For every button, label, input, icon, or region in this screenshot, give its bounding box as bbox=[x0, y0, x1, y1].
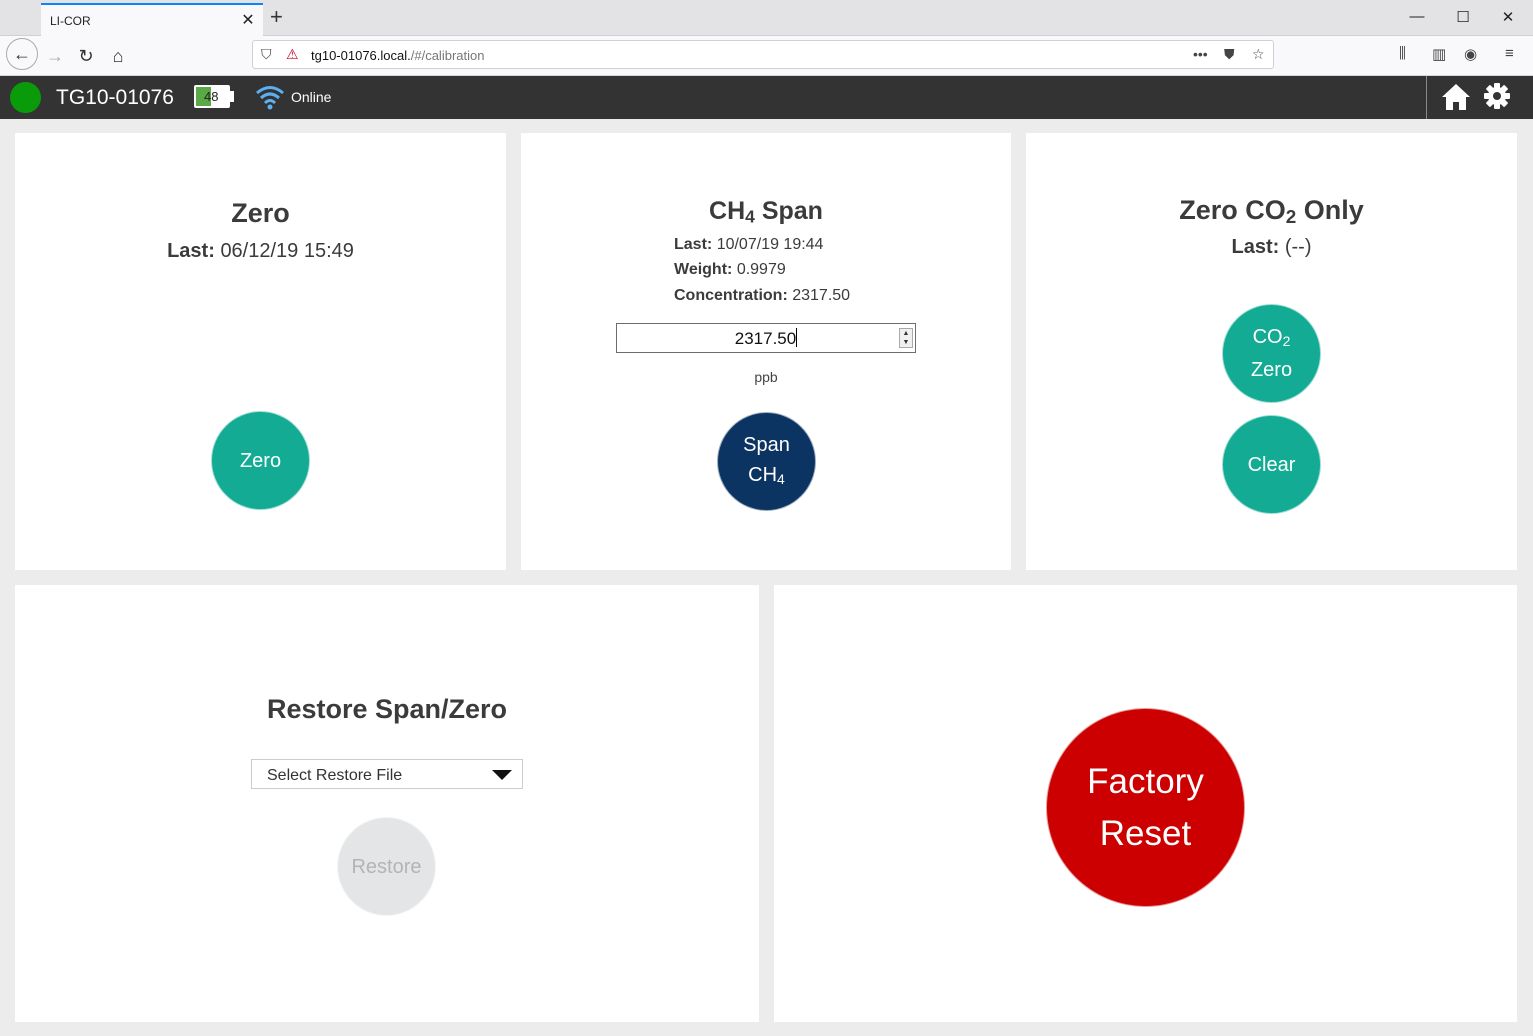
co2-last: Last: (--) bbox=[1026, 236, 1517, 259]
zero-title: Zero bbox=[231, 198, 290, 228]
new-tab-icon[interactable]: + bbox=[270, 6, 283, 28]
factory-reset-line2: Reset bbox=[1099, 813, 1192, 853]
factory-reset-button[interactable]: Factory Reset bbox=[1046, 708, 1245, 907]
home-icon[interactable] bbox=[1440, 82, 1472, 112]
network-status: Online bbox=[291, 89, 332, 105]
zero-last-value: 06/12/19 15:49 bbox=[220, 240, 354, 262]
span-concentration-label: Concentration: bbox=[674, 287, 788, 304]
span-ch4-button[interactable]: Span CH4 bbox=[717, 412, 816, 511]
co2-zero-button[interactable]: CO2 Zero bbox=[1222, 304, 1321, 403]
minimize-icon[interactable]: — bbox=[1407, 8, 1427, 25]
span-button-sub: 4 bbox=[777, 470, 785, 487]
span-last-label: Last: bbox=[674, 236, 713, 253]
concentration-input-value: 2317.50 bbox=[734, 329, 797, 348]
battery-level: 48 bbox=[204, 89, 219, 104]
account-icon[interactable]: ◉ bbox=[1464, 45, 1477, 63]
restore-title: Restore Span/Zero bbox=[266, 694, 508, 724]
clear-button-label: Clear bbox=[1247, 453, 1296, 476]
page-actions-icon[interactable]: ••• bbox=[1193, 46, 1208, 62]
span-button-ch: CH bbox=[748, 463, 778, 486]
battery-nub bbox=[230, 91, 234, 102]
factory-reset-line1: Factory bbox=[1087, 761, 1204, 801]
url-host: tg10-01076.local. bbox=[311, 48, 411, 63]
browser-tab[interactable]: LI-COR ✕ bbox=[41, 3, 263, 36]
url-text[interactable]: tg10-01076.local./#/calibration bbox=[311, 48, 484, 63]
factory-reset-panel: Factory Reset bbox=[774, 585, 1517, 1022]
co2-zero-sub: 2 bbox=[1282, 332, 1291, 349]
ch4-span-panel: CH4 Span Last: 10/07/19 19:44 Weight: 0.… bbox=[521, 133, 1011, 570]
restore-select-label: Select Restore File bbox=[267, 767, 403, 784]
wifi-icon bbox=[256, 86, 284, 110]
window-close-icon[interactable]: ✕ bbox=[1498, 8, 1518, 26]
library-icon[interactable]: ⫼ bbox=[1399, 45, 1406, 62]
url-path: /#/calibration bbox=[410, 48, 485, 63]
reload-icon[interactable]: ↻ bbox=[72, 42, 100, 70]
dropdown-caret-icon bbox=[492, 770, 512, 780]
span-title-sub: 4 bbox=[745, 206, 755, 227]
device-name: TG10-01076 bbox=[56, 86, 174, 109]
bookmark-star-icon[interactable]: ☆ bbox=[1252, 46, 1265, 63]
co2-zero-line1: CO2 bbox=[1253, 322, 1291, 356]
co2-last-value: (--) bbox=[1284, 236, 1312, 258]
co2-zero-co: CO bbox=[1252, 325, 1283, 348]
co2-title: Zero CO2 Only bbox=[1026, 195, 1517, 229]
zero-last: Last: 06/12/19 15:49 bbox=[15, 240, 506, 263]
concentration-input[interactable]: 2317.50 ▲ ▼ bbox=[616, 323, 916, 353]
span-last: Last: 10/07/19 19:44 bbox=[674, 236, 823, 254]
insecure-lock-icon[interactable]: ⚠ bbox=[286, 46, 299, 63]
co2-zero-line2: Zero bbox=[1250, 359, 1293, 382]
zero-button[interactable]: Zero bbox=[211, 411, 310, 510]
sidebar-icon[interactable]: ▥ bbox=[1432, 45, 1446, 63]
span-button-line1: Span bbox=[743, 433, 790, 456]
shield-icon[interactable]: ⛉ bbox=[261, 46, 272, 63]
maximize-icon[interactable]: ☐ bbox=[1453, 8, 1473, 26]
battery-icon: 48 bbox=[194, 85, 230, 108]
status-indicator bbox=[10, 82, 41, 113]
concentration-unit: ppb bbox=[754, 369, 778, 385]
browser-nav-bar: ← → ↻ ⌂ ⛉ ⚠ tg10-01076.local./#/calibrat… bbox=[0, 36, 1533, 76]
pocket-icon[interactable]: ⛊ bbox=[1224, 46, 1235, 63]
span-weight: Weight: 0.9979 bbox=[674, 261, 786, 279]
back-icon[interactable]: ← bbox=[6, 38, 38, 70]
clear-button[interactable]: Clear bbox=[1222, 415, 1321, 514]
browser-tab-bar: LI-COR ✕ + — ☐ ✕ bbox=[0, 0, 1533, 36]
co2-title-prefix: Zero CO bbox=[1179, 195, 1286, 225]
tab-title: LI-COR bbox=[50, 14, 91, 28]
span-button-line2: CH4 bbox=[748, 460, 785, 494]
co2-title-sub: 2 bbox=[1285, 206, 1297, 228]
span-title: CH4 Span bbox=[521, 197, 1011, 228]
span-title-suffix: Span bbox=[754, 197, 823, 225]
url-bar[interactable]: ⛉ ⚠ tg10-01076.local./#/calibration ••• … bbox=[252, 40, 1274, 69]
settings-gear-icon[interactable] bbox=[1484, 83, 1510, 109]
span-weight-value: 0.9979 bbox=[736, 261, 786, 278]
restore-panel: Restore Span/Zero Select Restore File Re… bbox=[15, 585, 759, 1022]
close-tab-icon[interactable]: ✕ bbox=[239, 10, 257, 30]
span-last-value: 10/07/19 19:44 bbox=[716, 236, 824, 253]
co2-last-label: Last: bbox=[1231, 236, 1280, 258]
span-concentration-value: 2317.50 bbox=[792, 287, 851, 304]
restore-button[interactable]: Restore bbox=[337, 817, 436, 916]
zero-last-label: Last: bbox=[167, 240, 215, 262]
span-title-prefix: CH bbox=[709, 197, 746, 225]
zero-panel: Zero Last: 06/12/19 15:49 Zero bbox=[15, 133, 506, 570]
menu-icon[interactable]: ≡ bbox=[1505, 45, 1514, 62]
restore-button-label: Restore bbox=[351, 855, 422, 878]
number-spinner[interactable]: ▲ ▼ bbox=[899, 328, 913, 348]
span-weight-label: Weight: bbox=[674, 261, 733, 278]
co2-title-suffix: Only bbox=[1296, 195, 1364, 225]
zero-co2-panel: Zero CO2 Only Last: (--) CO2 Zero Clear bbox=[1026, 133, 1517, 570]
header-divider bbox=[1426, 76, 1427, 119]
span-concentration: Concentration: 2317.50 bbox=[674, 287, 850, 305]
zero-button-label: Zero bbox=[239, 449, 282, 472]
home-page-icon[interactable]: ⌂ bbox=[104, 42, 132, 70]
forward-icon[interactable]: → bbox=[41, 42, 69, 70]
app-header: TG10-01076 48 Online bbox=[0, 76, 1533, 119]
restore-file-select[interactable]: Select Restore File bbox=[251, 759, 523, 789]
